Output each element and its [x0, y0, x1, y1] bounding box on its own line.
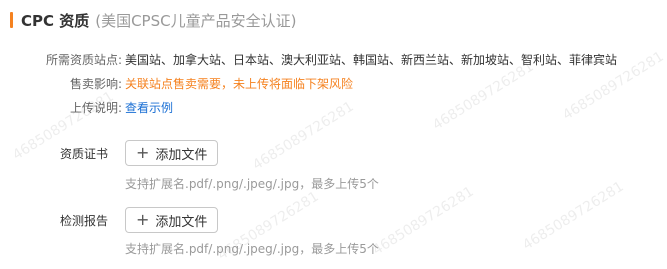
report-add-file-button[interactable]: + 添加文件: [125, 207, 219, 233]
info-row-sites: 所需资质站点: 美国站、加拿大站、日本站、澳大利亚站、韩国站、新西兰站、新加坡站…: [10, 52, 617, 68]
report-label: 检测报告: [60, 214, 109, 228]
upload-label: 上传说明:: [69, 101, 122, 115]
cert-add-file-label: 添加文件: [155, 147, 208, 163]
impact-label: 售卖影响:: [69, 77, 122, 91]
sites-value: 美国站、加拿大站、日本站、澳大利亚站、韩国站、新西兰站、新加坡站、智利站、菲律宾…: [125, 53, 618, 67]
section-header: CPC 资质 (美国CPSC儿童产品安全认证): [10, 10, 296, 30]
section-title: CPC 资质: [21, 11, 90, 30]
watermark: 4685089726281: [520, 178, 627, 254]
cert-hint: 支持扩展名.pdf/.png/.jpeg/.jpg，最多上传5个: [125, 177, 379, 191]
cert-label: 资质证书: [60, 147, 109, 161]
cert-add-file-button[interactable]: + 添加文件: [125, 140, 219, 166]
watermark: 4685089726281: [370, 183, 477, 259]
watermark: 4685089726281: [250, 98, 357, 174]
plus-icon: +: [136, 143, 150, 162]
impact-value: 关联站点售卖需要，未上传将面临下架风险: [125, 77, 354, 91]
sites-label: 所需资质站点:: [45, 53, 122, 67]
report-hint: 支持扩展名.pdf/.png/.jpeg/.jpg，最多上传5个: [125, 242, 379, 256]
info-row-impact: 售卖影响: 关联站点售卖需要，未上传将面临下架风险: [10, 76, 353, 92]
section-subtitle: (美国CPSC儿童产品安全认证): [95, 11, 297, 30]
plus-icon: +: [136, 210, 150, 229]
view-example-link[interactable]: 查看示例: [125, 100, 173, 116]
accent-bar: [10, 12, 13, 28]
report-add-file-label: 添加文件: [155, 214, 208, 230]
watermark: 4685089726281: [430, 58, 537, 134]
info-row-upload: 上传说明: 查看示例: [10, 100, 173, 116]
